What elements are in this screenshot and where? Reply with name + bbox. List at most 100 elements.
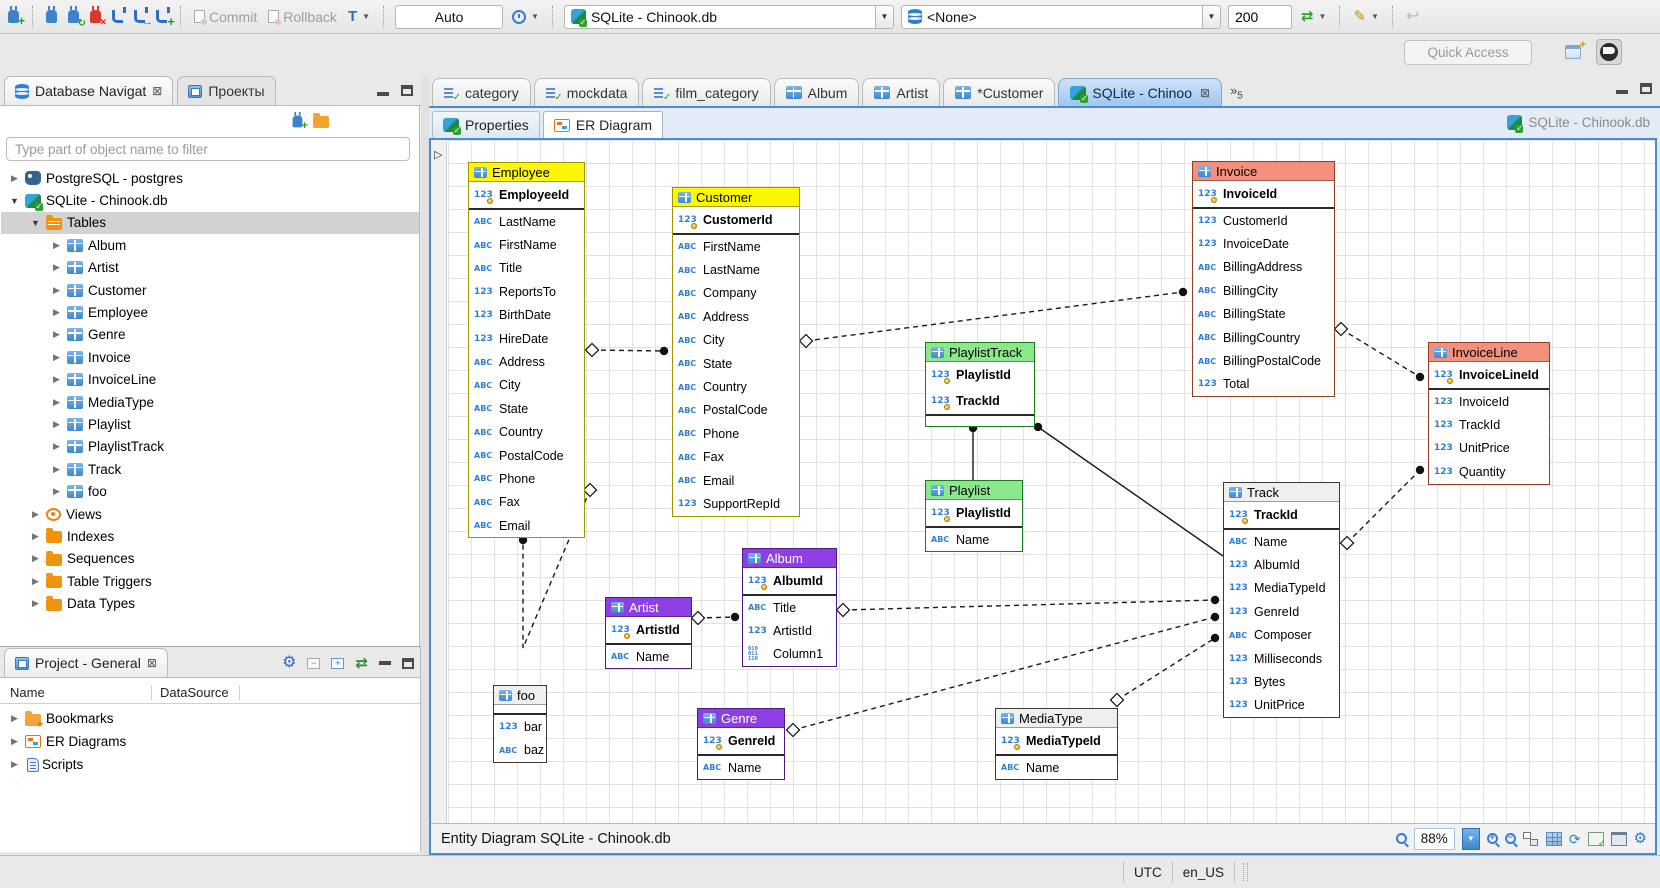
- project-item-bookmarks[interactable]: ▶ Bookmarks: [1, 707, 419, 730]
- entity-column-name[interactable]: ABC Name: [1224, 530, 1339, 553]
- entity-column-trackid[interactable]: 123 TrackId: [1429, 413, 1549, 436]
- maximize-editor-button[interactable]: [1640, 82, 1652, 94]
- tab-project-general[interactable]: Project - General ⊠: [4, 648, 168, 677]
- entity-column-albumid[interactable]: 123 AlbumId: [1224, 553, 1339, 576]
- tree-item-playlisttrack[interactable]: ▶ PlaylistTrack: [1, 436, 419, 458]
- expander-icon[interactable]: ▶: [9, 713, 20, 724]
- tree-item-mediatype[interactable]: ▶ MediaType: [1, 391, 419, 413]
- entity-invoice[interactable]: Invoice 123 InvoiceId 123 CustomerId 123 Invoi…: [1192, 161, 1335, 398]
- column-header-name[interactable]: Name: [0, 685, 152, 700]
- tree-item-invoiceline[interactable]: ▶ InvoiceLine: [1, 369, 419, 391]
- transaction-log-button[interactable]: T ▼: [346, 5, 372, 29]
- entity-header[interactable]: Invoice: [1193, 162, 1334, 181]
- entity-column-playlistid[interactable]: 123 PlaylistId: [926, 500, 1022, 526]
- expander-icon[interactable]: ▶: [51, 419, 62, 430]
- entity-playlist[interactable]: Playlist 123 PlaylistId ABC Name: [925, 480, 1023, 553]
- entity-column-billingpostalcode[interactable]: ABC BillingPostalCode: [1193, 349, 1334, 372]
- entity-column-hiredate[interactable]: 123 HireDate: [469, 327, 584, 350]
- entity-column-genreid[interactable]: 123 GenreId: [1224, 600, 1339, 623]
- datasource-combo[interactable]: SQLite - Chinook.db ▼: [563, 4, 894, 29]
- entity-album[interactable]: Album 123 AlbumId ABC Title 123 ArtistId 010 01…: [742, 548, 837, 668]
- entity-column-baz[interactable]: ABC baz: [494, 738, 546, 761]
- entity-header[interactable]: Album: [743, 549, 836, 568]
- tree-item-views[interactable]: ▶ Views: [1, 503, 419, 525]
- entity-column-fax[interactable]: ABC Fax: [673, 446, 799, 469]
- entity-column-firstname[interactable]: ABC FirstName: [673, 235, 799, 258]
- subtab-er-diagram[interactable]: ER Diagram: [542, 111, 664, 138]
- expander-icon[interactable]: ▶: [9, 759, 20, 770]
- expander-icon[interactable]: ▶: [30, 553, 41, 564]
- entity-column-lastname[interactable]: ABC LastName: [673, 258, 799, 281]
- entity-header[interactable]: MediaType: [996, 709, 1117, 728]
- entity-column-country[interactable]: ABC Country: [673, 375, 799, 398]
- editor-tab-album[interactable]: Album: [773, 78, 860, 106]
- tree-item-artist[interactable]: ▶ Artist: [1, 257, 419, 279]
- toggle-grid-icon[interactable]: [1545, 831, 1562, 846]
- entity-header[interactable]: PlaylistTrack: [926, 343, 1034, 362]
- tree-item-sqlite-chinook-db[interactable]: ▼ SQLite - Chinook.db: [1, 189, 419, 211]
- rollback-button[interactable]: Rollback: [266, 5, 339, 29]
- tree-item-sequences[interactable]: ▶ Sequences: [1, 548, 419, 570]
- entity-column-billingaddress[interactable]: ABC BillingAddress: [1193, 256, 1334, 279]
- tree-item-invoice[interactable]: ▶ Invoice: [1, 346, 419, 368]
- entity-mediatype[interactable]: MediaType 123 MediaTypeId ABC Name: [995, 708, 1118, 781]
- compare-pen-button[interactable]: ✎ ▼: [1351, 5, 1381, 29]
- expander-icon[interactable]: ▶: [51, 464, 62, 475]
- expander-icon[interactable]: ▶: [51, 307, 62, 318]
- collapse-all-icon[interactable]: −: [307, 657, 321, 669]
- gear-icon[interactable]: ⚙: [282, 655, 296, 671]
- reconnect-button[interactable]: [66, 5, 86, 29]
- refresh-diagram-icon[interactable]: ⟳: [1569, 832, 1581, 846]
- print-icon[interactable]: [1610, 831, 1627, 846]
- entity-header[interactable]: Customer: [673, 188, 799, 207]
- entity-column-email[interactable]: ABC Email: [673, 469, 799, 492]
- zoom-in-icon[interactable]: +: [1486, 832, 1498, 844]
- entity-column-reportsto[interactable]: 123 ReportsTo: [469, 280, 584, 303]
- tree-item-track[interactable]: ▶ Track: [1, 458, 419, 480]
- entity-column-city[interactable]: ABC City: [469, 374, 584, 397]
- expander-icon[interactable]: ▶: [30, 576, 41, 587]
- entity-column-country[interactable]: ABC Country: [469, 421, 584, 444]
- editor-tab-sqlite-chinoo[interactable]: SQLite - Chinoo ⊠: [1058, 78, 1223, 106]
- entity-column-state[interactable]: ABC State: [673, 352, 799, 375]
- tree-item-data-types[interactable]: ▶ Data Types: [1, 592, 419, 614]
- entity-column-playlistid[interactable]: 123 PlaylistId: [926, 362, 1034, 388]
- sql-editor-button[interactable]: [110, 5, 126, 29]
- tree-item-table-triggers[interactable]: ▶ Table Triggers: [1, 570, 419, 592]
- sidebar-splitter[interactable]: [421, 75, 429, 855]
- editor-tab-artist[interactable]: Artist: [862, 78, 941, 106]
- tree-item-album[interactable]: ▶ Album: [1, 234, 419, 256]
- editor-tab-category[interactable]: category: [432, 78, 531, 106]
- tree-item-foo[interactable]: ▶ foo: [1, 480, 419, 502]
- open-perspective-button[interactable]: [1560, 39, 1586, 65]
- link-with-editor-icon[interactable]: ⇄: [355, 654, 368, 672]
- entity-invoiceline[interactable]: InvoiceLine 123 InvoiceLineId 123 InvoiceId 1…: [1428, 342, 1550, 485]
- entity-column-name[interactable]: ABC Name: [926, 528, 1022, 551]
- entity-genre[interactable]: Genre 123 GenreId ABC Name: [697, 708, 785, 781]
- minimize-view-button[interactable]: [377, 92, 389, 96]
- sql-editor-new-button[interactable]: [154, 5, 175, 29]
- minimize-editor-button[interactable]: [1616, 90, 1628, 94]
- expander-icon[interactable]: ▼: [9, 196, 20, 206]
- entity-column-artistid[interactable]: 123 ArtistId: [743, 619, 836, 642]
- entity-column-mediatypeid[interactable]: 123 MediaTypeId: [996, 728, 1117, 754]
- editor-tab-mockdata[interactable]: mockdata: [533, 78, 640, 106]
- entity-column-invoicedate[interactable]: 123 InvoiceDate: [1193, 232, 1334, 255]
- expander-icon[interactable]: ▶: [51, 285, 62, 296]
- entity-artist[interactable]: Artist 123 ArtistId ABC Name: [605, 597, 692, 670]
- expander-icon[interactable]: ▶: [9, 173, 20, 184]
- expand-all-icon[interactable]: +: [331, 657, 345, 669]
- entity-column-postalcode[interactable]: ABC PostalCode: [673, 399, 799, 422]
- tree-item-indexes[interactable]: ▶ Indexes: [1, 525, 419, 547]
- expander-icon[interactable]: ▶: [51, 262, 62, 273]
- entity-column-postalcode[interactable]: ABC PostalCode: [469, 444, 584, 467]
- entity-column-state[interactable]: ABC State: [469, 397, 584, 420]
- entity-column-composer[interactable]: ABC Composer: [1224, 624, 1339, 647]
- entity-column-title[interactable]: ABC Title: [469, 257, 584, 280]
- auto-arrange-icon[interactable]: [1522, 831, 1539, 846]
- entity-column-invoiceid[interactable]: 123 InvoiceId: [1193, 181, 1334, 207]
- entity-column-customerid[interactable]: 123 CustomerId: [1193, 209, 1334, 232]
- close-icon[interactable]: ⊠: [152, 84, 162, 98]
- editor-tab--customer[interactable]: *Customer: [943, 78, 1056, 106]
- entity-column-phone[interactable]: ABC Phone: [673, 422, 799, 445]
